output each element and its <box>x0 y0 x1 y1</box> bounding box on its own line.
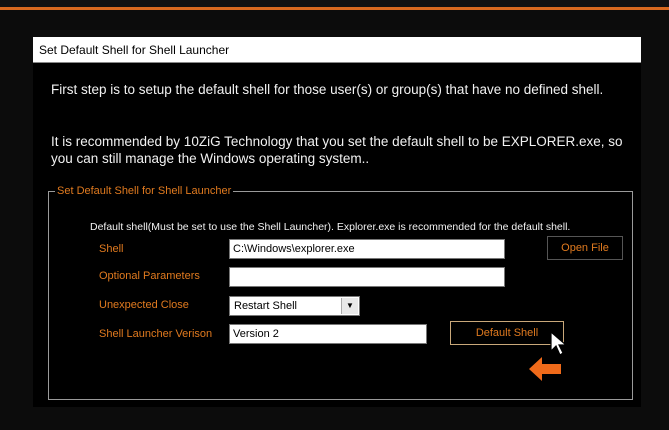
shell-input[interactable]: C:\Windows\explorer.exe <box>229 239 505 259</box>
shell-launcher-version-input[interactable]: Version 2 <box>229 324 427 344</box>
unexpected-close-select[interactable]: Restart Shell ▼ <box>229 296 360 316</box>
mouse-pointer-icon <box>550 331 568 356</box>
unexpected-close-label: Unexpected Close <box>99 299 189 311</box>
dialog-title: Set Default Shell for Shell Launcher <box>33 37 641 63</box>
open-file-button[interactable]: Open File <box>547 236 623 260</box>
recommendation-message: It is recommended by 10ZiG Technology th… <box>51 134 623 166</box>
default-shell-hint: Default shell(Must be set to use the She… <box>90 221 571 233</box>
shell-launcher-dialog: Set Default Shell for Shell Launcher Fir… <box>33 37 641 407</box>
optional-parameters-input[interactable] <box>229 267 505 287</box>
group-legend: Set Default Shell for Shell Launcher <box>57 185 232 197</box>
top-accent-bar <box>0 0 669 10</box>
unexpected-close-value: Restart Shell <box>234 300 297 312</box>
shell-label: Shell <box>99 243 124 255</box>
orange-left-arrow-icon <box>529 357 561 381</box>
optional-parameters-label: Optional Parameters <box>99 270 200 282</box>
chevron-down-icon[interactable]: ▼ <box>341 298 358 314</box>
intro-message: First step is to setup the default shell… <box>51 82 604 97</box>
default-shell-button[interactable]: Default Shell <box>450 321 564 345</box>
shell-launcher-version-label: Shell Launcher Verison <box>99 328 213 340</box>
